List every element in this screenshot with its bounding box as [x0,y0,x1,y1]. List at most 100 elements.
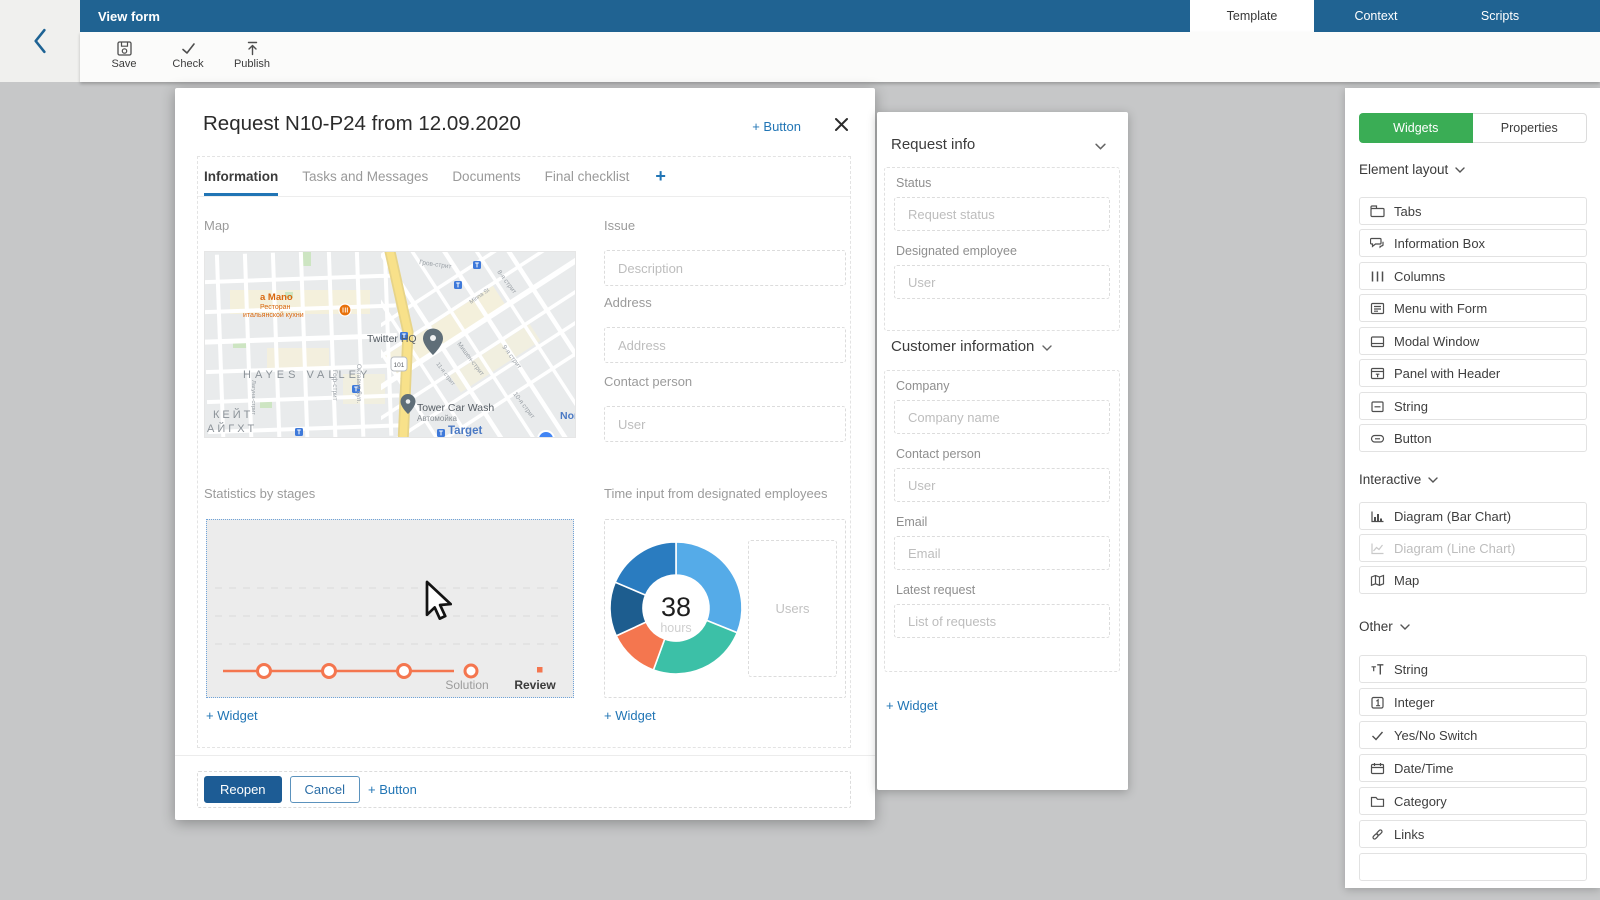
latest-request-field[interactable]: List of requests [894,604,1110,638]
widget-item-label: Diagram (Line Chart) [1394,541,1515,556]
info-box-icon [1370,237,1385,250]
request-info-title: Request info [891,136,975,153]
add-widget-link-panel[interactable]: + Widget [886,698,938,713]
stats-label: Statistics by stages [204,486,315,501]
latest-request-field-group: Latest request List of requests [894,583,1110,638]
add-tab-button[interactable]: + [655,166,666,187]
contact-person-label: Contact person [896,447,1110,461]
section-other[interactable]: Other [1359,619,1410,634]
widget-item-button[interactable]: Button [1359,424,1587,452]
widget-item-links[interactable]: Links [1359,820,1587,848]
widget-item-label: String [1394,662,1428,677]
widget-item-menu-with-form[interactable]: Menu with Form [1359,294,1587,322]
check-button[interactable]: Check [158,38,218,70]
designated-employee-label: Designated employee [896,244,1110,258]
time-donut-widget[interactable]: 38 hours Users [604,519,846,698]
section-element-layout[interactable]: Element layout [1359,162,1465,177]
form-tab-final-checklist[interactable]: Final checklist [545,157,630,197]
widget-item-label: Category [1394,794,1447,809]
email-field[interactable]: Email [894,536,1110,570]
form-tab-tasks[interactable]: Tasks and Messages [302,157,428,197]
chevron-down-icon [1400,624,1410,630]
back-button[interactable] [0,0,80,82]
footer-divider [175,755,875,756]
svg-text:итальянской кухни: итальянской кухни [243,311,304,319]
add-footer-button-link[interactable]: + Button [368,782,417,797]
widget-item-panel-with-header[interactable]: Panel with Header [1359,359,1587,387]
svg-text:АЙГХТ: АЙГХТ [207,422,257,435]
add-header-button-link[interactable]: + Button [752,119,801,134]
tab-properties[interactable]: Properties [1473,113,1588,143]
widget-item-label: String [1394,399,1428,414]
company-label: Company [896,379,1110,393]
email-label: Email [896,515,1110,529]
map-widget[interactable]: 101 a Mano Ресторан итальянской кухни Tw… [204,251,576,438]
tab-context[interactable]: Context [1314,0,1438,32]
map-poi-twitter: Twitter HQ [367,333,417,345]
widget-item-integer[interactable]: Integer [1359,688,1587,716]
app-header: View form Template Context Scripts [80,0,1600,32]
form-tab-documents[interactable]: Documents [452,157,520,197]
widget-item-columns[interactable]: Columns [1359,262,1587,290]
svg-text:КЕЙТ: КЕЙТ [213,408,253,421]
contact-person-field[interactable]: User [894,468,1110,502]
address-label: Address [604,295,652,310]
widget-item-label: Date/Time [1394,761,1453,776]
save-icon [116,40,133,57]
publish-button[interactable]: Publish [222,38,282,70]
cancel-button[interactable]: Cancel [290,776,360,803]
button-icon [1370,432,1385,445]
chevron-down-icon[interactable] [1095,143,1106,150]
map-label: Map [204,218,229,233]
widget-item-map[interactable]: Map [1359,566,1587,594]
widget-item-label: Map [1394,573,1419,588]
widget-item-label: Information Box [1394,236,1485,251]
issue-field[interactable]: Description [604,250,846,286]
menu-form-icon [1370,302,1385,315]
donut-value: 38 [661,592,691,622]
stage-label-review: Review [514,678,556,692]
widget-item-string-layout[interactable]: String [1359,392,1587,420]
latest-request-label: Latest request [896,583,1110,597]
stats-line-chart-widget[interactable]: Solution Review [206,519,574,698]
designated-employee-field[interactable]: User [894,265,1110,299]
widget-item-yes-no-switch[interactable]: Yes/No Switch [1359,721,1587,749]
form-tab-information[interactable]: Information [204,157,278,197]
tab-template[interactable]: Template [1190,0,1314,32]
status-field-group: Status Request status [894,176,1110,231]
email-field-group: Email Email [894,515,1110,570]
reopen-button[interactable]: Reopen [204,776,282,803]
tab-scripts[interactable]: Scripts [1438,0,1562,32]
widget-item-label: Panel with Header [1394,366,1500,381]
section-interactive[interactable]: Interactive [1359,472,1438,487]
save-button[interactable]: Save [94,38,154,70]
svg-text:Лагуна-стрит: Лагуна-стрит [250,380,256,415]
close-button[interactable] [834,117,849,132]
tab-widgets[interactable]: Widgets [1359,113,1473,143]
map-blue-dot [538,431,554,438]
contact-person-field[interactable]: User [604,406,846,442]
widget-item-category[interactable]: Category [1359,787,1587,815]
widget-item-string-other[interactable]: String [1359,655,1587,683]
add-widget-link-right[interactable]: + Widget [604,708,656,723]
status-field[interactable]: Request status [894,197,1110,231]
address-field[interactable]: Address [604,327,846,363]
widget-item-tabs[interactable]: Tabs [1359,197,1587,225]
customer-information-title: Customer information [891,338,1052,355]
company-field[interactable]: Company name [894,400,1110,434]
add-widget-link-left[interactable]: + Widget [206,708,258,723]
form-title: Request N10-P24 from 12.09.2020 [203,112,521,136]
widget-item-diagram-bar-chart[interactable]: Diagram (Bar Chart) [1359,502,1587,530]
close-icon [834,117,849,132]
widget-item-empty [1359,853,1587,881]
widget-item-date-time[interactable]: Date/Time [1359,754,1587,782]
users-placeholder-box[interactable]: Users [748,540,837,677]
widget-item-label: Columns [1394,269,1445,284]
chevron-down-icon[interactable] [1042,345,1052,351]
widget-item-label: Diagram (Bar Chart) [1394,509,1511,524]
columns-icon [1370,270,1385,283]
form-body: Information Tasks and Messages Documents… [197,156,851,748]
chevron-down-icon [1455,167,1465,173]
widget-item-modal-window[interactable]: Modal Window [1359,327,1587,355]
widget-item-information-box[interactable]: Information Box [1359,229,1587,257]
